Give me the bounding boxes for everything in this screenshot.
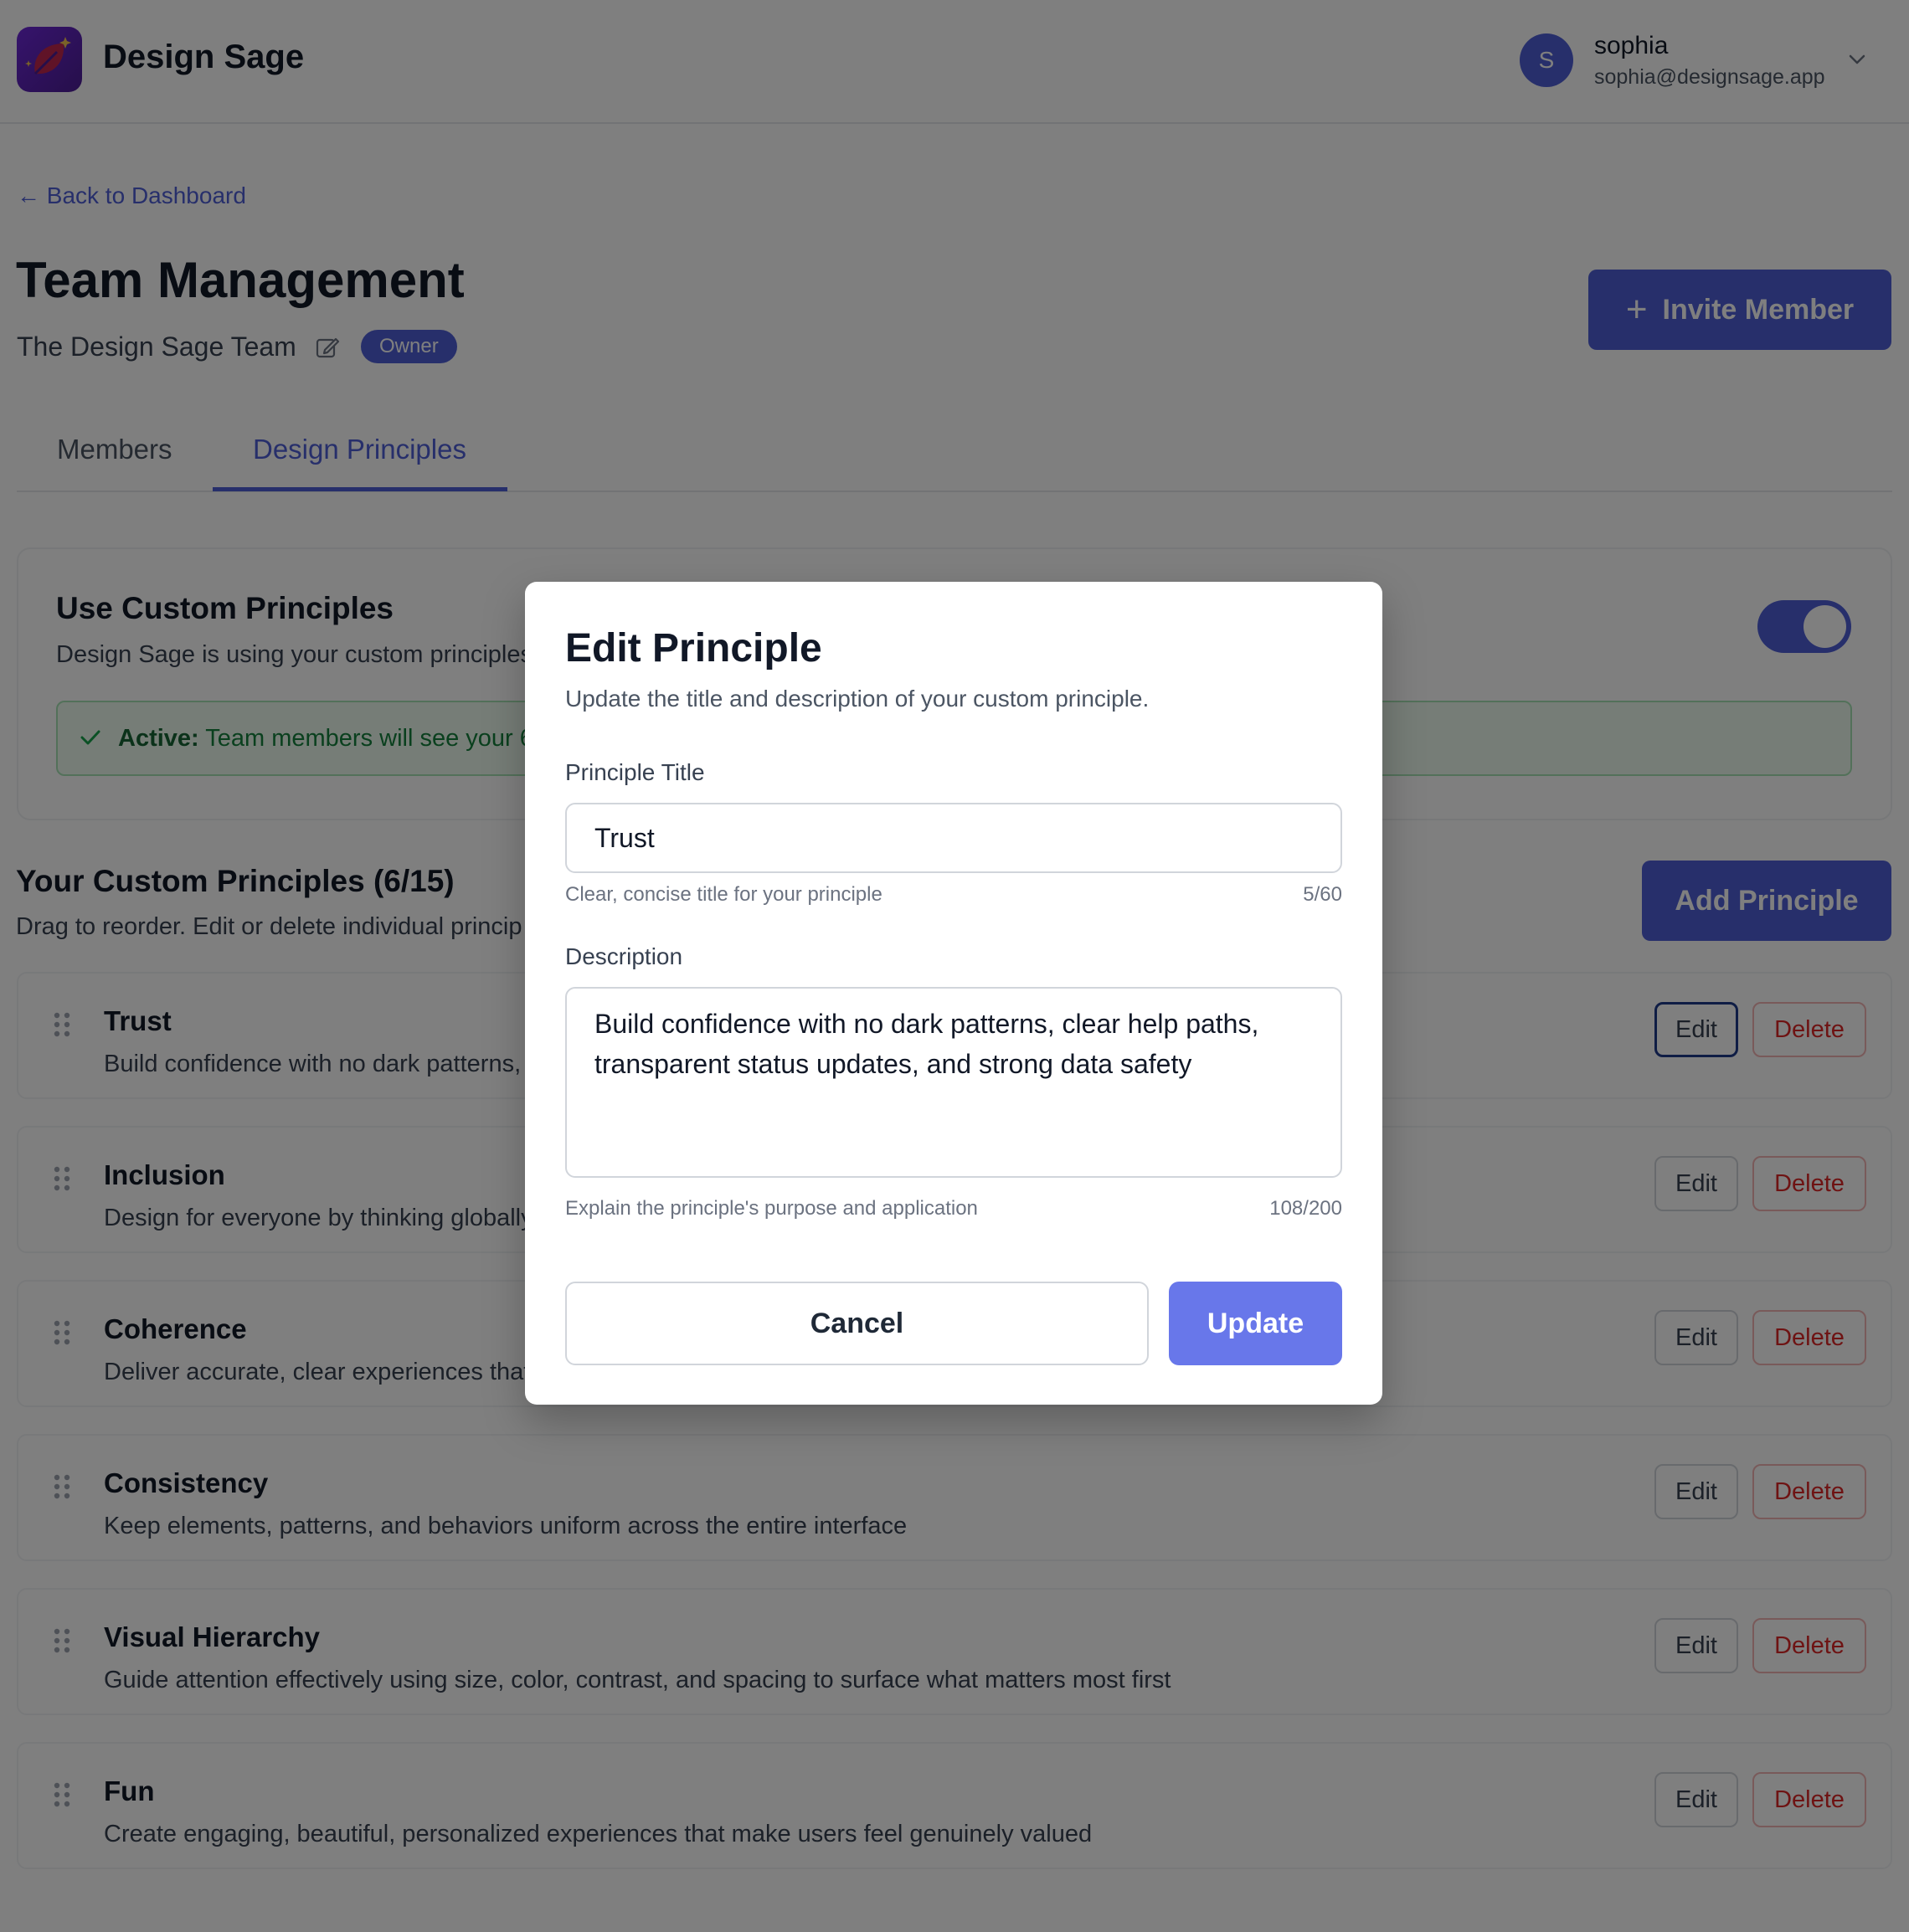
principle-title-input[interactable] [565,803,1342,873]
description-label: Description [565,943,683,969]
description-hint: Explain the principle's purpose and appl… [565,1197,978,1220]
principle-title-hint: Clear, concise title for your principle [565,883,882,906]
description-count: 108/200 [1269,1197,1342,1220]
edit-principle-dialog: Edit Principle Update the title and desc… [525,582,1382,1405]
cancel-button[interactable]: Cancel [565,1282,1149,1365]
description-textarea[interactable]: Build confidence with no dark patterns, … [565,987,1342,1178]
principle-title-label: Principle Title [565,759,705,785]
update-button[interactable]: Update [1169,1282,1342,1365]
principle-title-count: 5/60 [1303,883,1342,906]
dialog-title: Edit Principle [565,626,822,671]
dialog-subtitle: Update the title and description of your… [565,686,1150,712]
